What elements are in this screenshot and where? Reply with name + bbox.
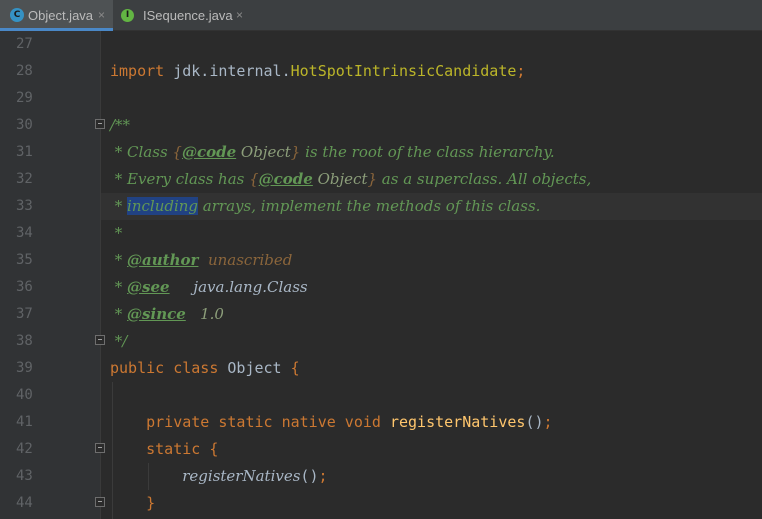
javadoc-text: * Every class has — [110, 170, 250, 188]
javadoc-text: arrays, implement the methods of this cl… — [198, 197, 541, 215]
brace: { — [290, 359, 300, 377]
code-line-33: * including arrays, implement the method… — [110, 193, 540, 220]
javadoc-brace: { — [172, 143, 182, 161]
javadoc-tag-value: unascribed — [198, 251, 293, 269]
line-number: 37 — [16, 306, 33, 322]
line-number: 43 — [16, 468, 33, 484]
javadoc-brace: } — [367, 170, 378, 188]
javadoc-text: * — [110, 305, 128, 323]
javadoc-code-ref: Object — [312, 170, 368, 188]
tab-label: Object.java — [28, 8, 94, 23]
code-line-38: */ — [110, 328, 128, 355]
code-line-35: * @author unascribed — [110, 247, 293, 274]
semicolon: ; — [543, 413, 553, 431]
javadoc-brace: } — [290, 143, 301, 161]
javadoc-tag: @see — [127, 278, 170, 296]
method-name: registerNatives — [389, 413, 526, 431]
line-number: 33 — [16, 198, 33, 214]
semicolon: ; — [516, 62, 526, 80]
code-line-31: * Class {@code Object} is the root of th… — [110, 139, 555, 166]
code-editor[interactable]: C Object.java × I ISequence.java × 27 28… — [0, 0, 762, 519]
code-line-44: } — [110, 490, 155, 517]
keyword: static — [146, 440, 201, 458]
line-number: 38 — [16, 333, 33, 349]
code-line-37: * @since 1.0 — [110, 301, 224, 328]
javadoc-code-ref: Object — [236, 143, 291, 161]
code-line-42: static { — [110, 436, 218, 463]
code-line-28: import jdk.internal.HotSpotIntrinsicCand… — [110, 58, 525, 85]
package-name: jdk.internal. — [164, 62, 291, 80]
fold-toggle-icon[interactable] — [95, 497, 105, 507]
code-line-30: /** — [110, 112, 130, 139]
code-line-36: * @see java.lang.Class — [110, 274, 308, 301]
method-call: registerNatives — [182, 467, 301, 485]
selected-text[interactable]: including — [127, 197, 199, 215]
line-number: 41 — [16, 414, 33, 430]
javadoc-tag-value: 1.0 — [185, 305, 224, 323]
parentheses: () — [300, 467, 319, 485]
line-number: 32 — [16, 171, 33, 187]
javadoc-text: as a superclass. All objects, — [377, 170, 592, 188]
javadoc-close: */ — [110, 332, 128, 350]
javadoc-text: is the root of the class hierarchy. — [300, 143, 555, 161]
javadoc-tag: @since — [127, 305, 186, 323]
brace: { — [209, 440, 219, 458]
javadoc-tag: @code — [181, 143, 237, 161]
close-icon[interactable]: × — [236, 8, 243, 22]
line-number: 30 — [16, 117, 33, 133]
imported-class: HotSpotIntrinsicCandidate — [290, 62, 517, 80]
line-number: 44 — [16, 495, 33, 511]
javadoc-tag-value: java.lang.Class — [169, 278, 308, 296]
fold-toggle-icon[interactable] — [95, 119, 105, 129]
line-number: 31 — [16, 144, 33, 160]
fold-toggle-icon[interactable] — [95, 335, 105, 345]
close-icon[interactable]: × — [98, 8, 105, 22]
line-number: 39 — [16, 360, 33, 376]
line-number: 36 — [16, 279, 33, 295]
javadoc-text: * — [110, 251, 128, 269]
line-number: 28 — [16, 63, 33, 79]
interface-icon: I — [121, 9, 134, 22]
keyword: import — [110, 62, 165, 80]
tab-isequence-java[interactable]: I ISequence.java × — [113, 0, 254, 31]
class-name: Object — [218, 359, 291, 377]
tab-label: ISequence.java — [143, 8, 233, 23]
semicolon: ; — [318, 467, 328, 485]
code-line-41: private static native void registerNativ… — [110, 409, 553, 436]
line-number: 35 — [16, 252, 33, 268]
line-number: 40 — [16, 387, 33, 403]
javadoc-text: * — [110, 197, 128, 215]
line-number: 42 — [16, 441, 33, 457]
javadoc-text: * — [110, 224, 123, 242]
editor-tab-bar: C Object.java × I ISequence.java × — [0, 0, 762, 31]
javadoc-text: * — [110, 278, 128, 296]
tab-object-java[interactable]: C Object.java × — [0, 0, 113, 31]
brace: } — [146, 494, 156, 512]
parentheses: () — [525, 413, 544, 431]
line-number-gutter[interactable] — [0, 31, 100, 519]
javadoc-brace: { — [249, 170, 259, 188]
javadoc-open: /** — [110, 116, 131, 134]
code-line-34: * — [110, 220, 123, 247]
javadoc-tag: @author — [127, 251, 199, 269]
fold-toggle-icon[interactable] — [95, 443, 105, 453]
keyword: public class — [110, 359, 219, 377]
class-icon: C — [10, 8, 24, 22]
code-line-43: registerNatives(); — [110, 463, 328, 490]
javadoc-text: * Class — [110, 143, 173, 161]
code-line-32: * Every class has {@code Object} as a su… — [110, 166, 591, 193]
code-line-39: public class Object { — [110, 355, 300, 382]
line-number: 34 — [16, 225, 33, 241]
keyword: private static native void — [146, 413, 381, 431]
line-number: 27 — [16, 36, 33, 52]
javadoc-tag: @code — [258, 170, 313, 188]
line-number: 29 — [16, 90, 33, 106]
